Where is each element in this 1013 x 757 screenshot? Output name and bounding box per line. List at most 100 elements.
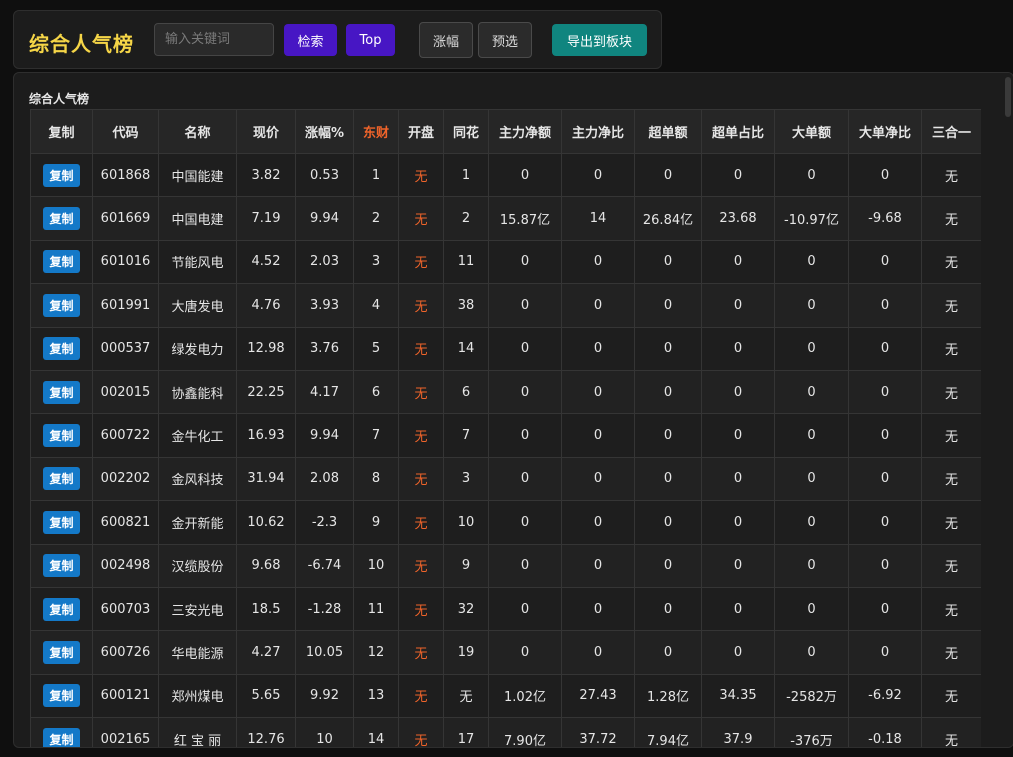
table-cell: 0 xyxy=(848,630,922,675)
table-cell: 无 xyxy=(921,630,981,675)
table-cell: 0.53 xyxy=(295,152,354,198)
table-cell: 0 xyxy=(848,456,922,502)
copy-button[interactable]: 复制 xyxy=(43,597,80,621)
table-row[interactable]: 复制 000537 绿发电力 12.98 3.76 5 无 14 0 0 0 0 0 0 无 xyxy=(30,326,981,371)
table-cell: 0 xyxy=(701,369,775,415)
copy-button[interactable]: 复制 xyxy=(43,380,80,404)
preselect-button[interactable]: 预选 xyxy=(478,22,532,58)
table-cell: 绿发电力 xyxy=(158,326,237,371)
table-cell: 0 xyxy=(634,543,702,588)
column-header[interactable]: 名称 xyxy=(158,109,237,154)
table-cell: 大唐发电 xyxy=(158,283,237,328)
table-cell: 0 xyxy=(701,413,775,458)
column-header[interactable]: 现价 xyxy=(236,109,296,154)
table-cell: 002015 xyxy=(92,369,159,415)
table-row[interactable]: 复制 601669 中国电建 7.19 9.94 2 无 2 15.87亿 14 26.84亿 23.… xyxy=(30,196,981,241)
table-cell: 0 xyxy=(701,239,775,285)
table-cell: 2 xyxy=(353,196,399,241)
table-row[interactable]: 复制 002165 红 宝 丽 12.76 10 14 无 17 7.90亿 37.72 7.94亿… xyxy=(30,717,981,747)
table-row[interactable]: 复制 600703 三安光电 18.5 -1.28 11 无 32 0 0 0 0 0 0 无 xyxy=(30,586,981,632)
copy-button[interactable]: 复制 xyxy=(43,163,80,187)
table-cell: 无 xyxy=(398,369,444,415)
copy-button[interactable]: 复制 xyxy=(43,510,80,534)
copy-button[interactable]: 复制 xyxy=(43,467,80,491)
app-title: 综合人气榜 xyxy=(29,32,134,56)
table-cell: 无 xyxy=(921,239,981,285)
table-cell: 4.27 xyxy=(236,630,296,675)
copy-cell: 复制 xyxy=(30,630,93,675)
table-cell: 9.68 xyxy=(236,543,296,588)
search-input[interactable] xyxy=(154,23,274,56)
vertical-scrollbar[interactable] xyxy=(1003,73,1013,747)
table-row[interactable]: 复制 600726 华电能源 4.27 10.05 12 无 19 0 0 0 0 0 0 无 xyxy=(30,630,981,675)
column-header[interactable]: 代码 xyxy=(92,109,159,154)
column-header[interactable]: 超单额 xyxy=(634,109,702,154)
search-button[interactable]: 检索 xyxy=(284,24,337,56)
table-row[interactable]: 复制 002498 汉缆股份 9.68 -6.74 10 无 9 0 0 0 0 0 0 无 xyxy=(30,543,981,588)
column-header[interactable]: 三合一 xyxy=(921,109,981,154)
copy-button[interactable]: 复制 xyxy=(43,424,80,448)
table-row[interactable]: 复制 002202 金风科技 31.94 2.08 8 无 3 0 0 0 0 0 0 无 xyxy=(30,456,981,502)
copy-cell: 复制 xyxy=(30,543,93,588)
table-cell: 4.76 xyxy=(236,283,296,328)
table-cell: 0 xyxy=(774,586,849,632)
column-header[interactable]: 同花 xyxy=(443,109,489,154)
table-row[interactable]: 复制 601868 中国能建 3.82 0.53 1 无 1 0 0 0 0 0 0 无 xyxy=(30,152,981,198)
table-cell: 601016 xyxy=(92,239,159,285)
table-cell: 0 xyxy=(774,152,849,198)
copy-cell: 复制 xyxy=(30,239,93,285)
top-button[interactable]: Top xyxy=(346,24,395,56)
table-container: 复制 代码 名称 现价 涨幅% 东财 开盘 同花 主力净额 主力净比 超单额 超单占比 大单额 大单净比三… xyxy=(30,109,981,747)
table-cell: 无 xyxy=(921,543,981,588)
table-cell: 3.76 xyxy=(295,326,354,371)
table-cell: 无 xyxy=(921,456,981,502)
copy-button[interactable]: 复制 xyxy=(43,684,80,708)
table-cell: 0 xyxy=(774,369,849,415)
table-cell: 0 xyxy=(774,630,849,675)
copy-button[interactable]: 复制 xyxy=(43,337,80,361)
table-cell: 0 xyxy=(561,543,635,588)
panel-title: 综合人气榜 xyxy=(29,92,90,106)
column-header[interactable]: 开盘 xyxy=(398,109,444,154)
column-header[interactable]: 复制 xyxy=(30,109,93,154)
table-cell: 无 xyxy=(921,586,981,632)
scroll-thumb[interactable] xyxy=(1005,77,1011,117)
copy-cell: 复制 xyxy=(30,196,93,241)
table-cell: 无 xyxy=(398,673,444,719)
column-header[interactable]: 主力净额 xyxy=(488,109,562,154)
column-header[interactable]: 大单额 xyxy=(774,109,849,154)
table-cell: 0 xyxy=(701,283,775,328)
table-row[interactable]: 复制 600722 金牛化工 16.93 9.94 7 无 7 0 0 0 0 0 0 无 xyxy=(30,413,981,458)
column-header[interactable]: 大单净比 xyxy=(848,109,922,154)
table-cell: 3 xyxy=(353,239,399,285)
table-row[interactable]: 复制 601016 节能风电 4.52 2.03 3 无 11 0 0 0 0 0 0 无 xyxy=(30,239,981,285)
table-row[interactable]: 复制 601991 大唐发电 4.76 3.93 4 无 38 0 0 0 0 0 0 无 xyxy=(30,283,981,328)
table-cell: 0 xyxy=(701,500,775,545)
table-cell: 无 xyxy=(398,543,444,588)
table-row[interactable]: 复制 600821 金开新能 10.62 -2.3 9 无 10 0 0 0 0 0 0 无 xyxy=(30,500,981,545)
column-header[interactable]: 东财 xyxy=(353,109,399,154)
table-cell: 0 xyxy=(848,326,922,371)
table-row[interactable]: 复制 002015 协鑫能科 22.25 4.17 6 无 6 0 0 0 0 0 0 无 xyxy=(30,369,981,415)
table-cell: 0 xyxy=(848,543,922,588)
change-button[interactable]: 涨幅 xyxy=(419,22,473,58)
column-header[interactable]: 主力净比 xyxy=(561,109,635,154)
column-header[interactable]: 超单占比 xyxy=(701,109,775,154)
table-cell: 16.93 xyxy=(236,413,296,458)
export-to-sector-button[interactable]: 导出到板块 xyxy=(552,24,647,56)
copy-button[interactable]: 复制 xyxy=(43,727,80,747)
table-cell: 10.62 xyxy=(236,500,296,545)
copy-button[interactable]: 复制 xyxy=(43,640,80,664)
copy-button[interactable]: 复制 xyxy=(43,250,80,274)
table-cell: 601868 xyxy=(92,152,159,198)
table-cell: 0 xyxy=(561,413,635,458)
table-row[interactable]: 复制 600121 郑州煤电 5.65 9.92 13 无无 1.02亿 27.43 1.28亿 3… xyxy=(30,673,981,719)
table-cell: 金牛化工 xyxy=(158,413,237,458)
column-header[interactable]: 涨幅% xyxy=(295,109,354,154)
copy-button[interactable]: 复制 xyxy=(43,293,80,317)
table-cell: 无 xyxy=(398,630,444,675)
table-cell: 0 xyxy=(848,500,922,545)
copy-button[interactable]: 复制 xyxy=(43,554,80,578)
toolbar: 综合人气榜 检索 Top 涨幅 预选 导出到板块 xyxy=(13,10,662,69)
copy-button[interactable]: 复制 xyxy=(43,207,80,231)
